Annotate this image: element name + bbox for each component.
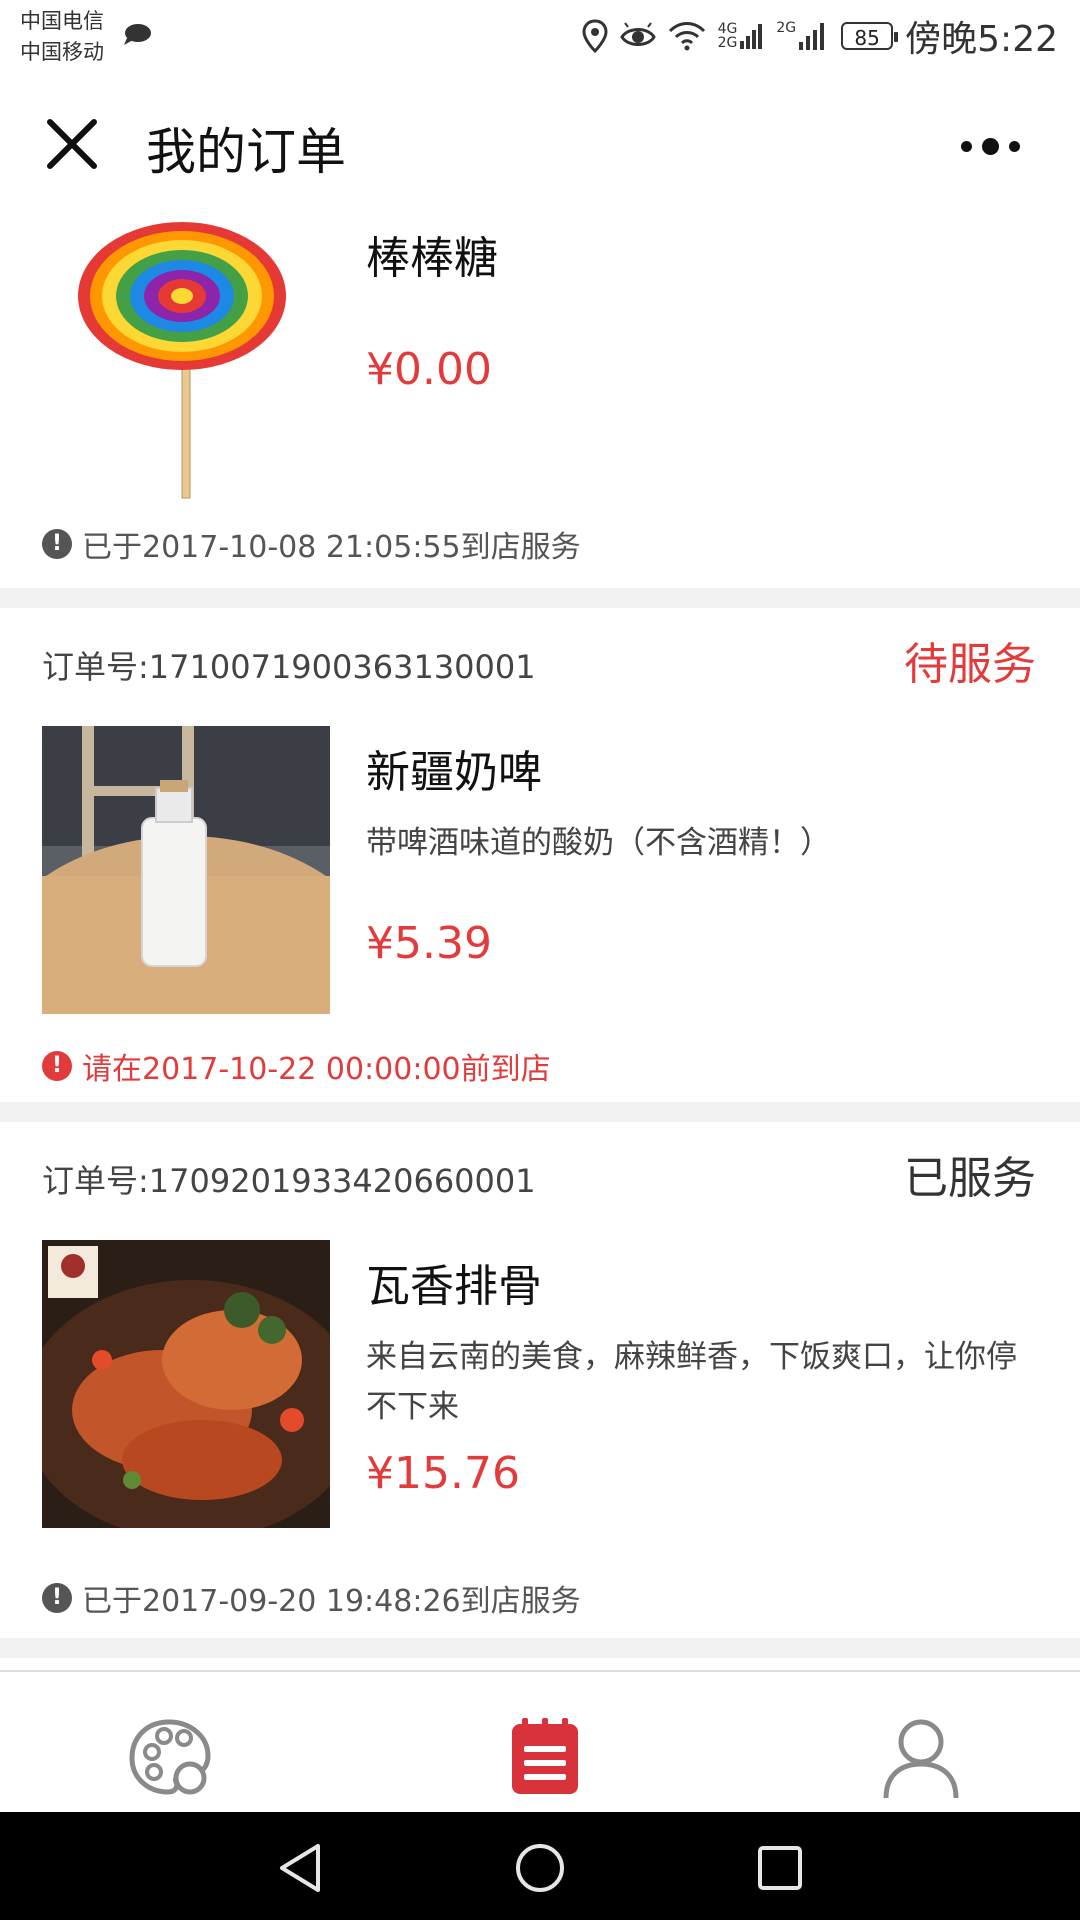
back-icon[interactable] <box>274 1840 330 1896</box>
arrival-note-text: 请在2017-10-22 00:00:00前到店 <box>82 1052 551 1087</box>
item-description: 带啤酒味道的酸奶（不含酒精！） <box>366 825 831 861</box>
order-list[interactable]: 棒棒糖 ¥0.00 ! 已于2017-10-08 21:05:55到店服务 订单… <box>0 212 1080 1672</box>
status-bar: 中国电信 中国移动 4G 2G 2G 85 傍晚5:22 <box>0 0 1080 76</box>
status-icons: 4G 2G 2G 85 傍晚5:22 <box>582 12 1058 60</box>
clock: 傍晚5:22 <box>905 19 1058 60</box>
recents-icon[interactable] <box>752 1840 808 1896</box>
page-title: 我的订单 <box>146 123 346 181</box>
info-icon: ! <box>42 1583 72 1613</box>
order-number: 订单号:1710071900363130001 <box>42 648 536 686</box>
divider <box>0 1638 1080 1658</box>
app-header: 我的订单 <box>0 76 1080 212</box>
close-icon[interactable] <box>44 116 100 172</box>
service-note-text: 已于2017-09-20 19:48:26到店服务 <box>82 1584 581 1619</box>
wifi-icon <box>668 22 705 51</box>
service-note: ! 已于2017-10-08 21:05:55到店服务 <box>42 522 581 566</box>
message-icon <box>124 24 151 45</box>
more-icon-right <box>1008 140 1020 152</box>
item-name: 新疆奶啤 <box>366 747 542 798</box>
item-price: ¥0.00 <box>366 344 492 395</box>
net-label-2: 2G <box>717 35 738 51</box>
location-icon <box>582 19 608 54</box>
carrier-1: 中国电信 <box>20 9 104 33</box>
signal-4g: 4G 2G <box>718 16 765 56</box>
divider <box>0 1102 1080 1122</box>
order-card[interactable]: 棒棒糖 ¥0.00 ! 已于2017-10-08 21:05:55到店服务 <box>0 212 1080 588</box>
arrival-note: ! 请在2017-10-22 00:00:00前到店 <box>42 1044 551 1088</box>
carrier-names: 中国电信 中国移动 <box>20 6 104 68</box>
signal-bars-icon <box>740 24 763 49</box>
alert-icon: ! <box>42 1051 72 1081</box>
more-icon <box>960 140 972 152</box>
item-description: 来自云南的美食，麻辣鲜香，下饭爽口，让你停不下来 <box>366 1339 1017 1425</box>
item-price: ¥5.39 <box>366 918 492 969</box>
net-label-3: 2G <box>776 20 797 36</box>
signal-bars-2-icon <box>799 23 825 50</box>
system-nav-bar <box>0 1812 1080 1920</box>
carrier-2: 中国移动 <box>20 40 104 64</box>
order-number: 订单号:1709201933420660001 <box>42 1162 536 1200</box>
eye-icon <box>619 22 656 46</box>
net-label-1: 4G <box>717 21 738 37</box>
orders-icon[interactable] <box>500 1712 590 1802</box>
more-button[interactable] <box>942 128 1038 164</box>
order-card[interactable]: 订单号:1709201933420660001 已服务 瓦香排骨 来自云南的美食… <box>0 1122 1080 1638</box>
divider <box>0 588 1080 608</box>
signal-2g: 2G <box>776 16 829 56</box>
lollipop-image <box>42 212 330 500</box>
order-status: 待服务 <box>904 639 1036 690</box>
user-icon[interactable] <box>876 1712 966 1802</box>
battery-indicator: 85 <box>841 22 899 50</box>
spare-ribs-image <box>42 1240 330 1528</box>
order-status: 已服务 <box>904 1153 1036 1204</box>
service-note-text: 已于2017-10-08 21:05:55到店服务 <box>82 530 581 565</box>
info-icon: ! <box>42 529 72 559</box>
order-card[interactable]: 订单号:1710071900363130001 待服务 新疆奶啤 带啤酒味道的酸… <box>0 608 1080 1102</box>
bottom-tab-bar <box>0 1670 1080 1814</box>
item-name: 棒棒糖 <box>366 233 498 284</box>
milk-beer-image <box>42 726 330 1014</box>
more-icon-center <box>981 137 999 155</box>
palette-icon[interactable] <box>124 1712 214 1802</box>
item-name: 瓦香排骨 <box>366 1261 542 1312</box>
service-note: ! 已于2017-09-20 19:48:26到店服务 <box>42 1576 581 1620</box>
home-icon[interactable] <box>512 1840 568 1896</box>
item-price: ¥15.76 <box>366 1448 520 1499</box>
